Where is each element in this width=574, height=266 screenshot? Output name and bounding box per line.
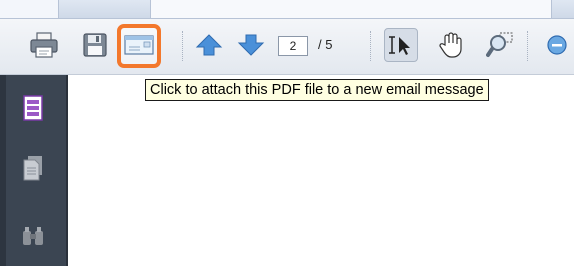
print-button[interactable] [27,28,61,62]
pages-button[interactable] [18,153,48,183]
email-tooltip: Click to attach this PDF file to a new e… [145,79,489,101]
floppy-disk-icon [83,33,107,57]
hand-tool[interactable] [434,28,468,62]
toolbar-separator [182,31,185,61]
save-button[interactable] [78,28,112,62]
hand-icon [439,32,462,58]
minus-circle-icon [547,35,567,55]
bookmarks-button[interactable] [18,93,48,123]
text-select-cursor-icon [389,36,410,55]
email-button[interactable] [122,28,156,62]
marquee-zoom-tool[interactable] [484,28,518,62]
bookmark-page-icon [23,95,43,121]
arrow-down-icon [237,34,265,56]
previous-page-button[interactable] [192,28,226,62]
next-page-button[interactable] [234,28,268,62]
top-tab-left[interactable] [0,0,59,18]
page-total-label: / 5 [318,37,333,52]
printer-icon [30,32,58,58]
toolbar-separator [370,31,373,61]
toolbar-separator [527,31,530,61]
arrow-up-icon [195,34,223,56]
navigation-panel [0,75,68,266]
navigation-panel-edge [0,75,6,266]
magnifier-icon [486,32,513,57]
top-tab-right[interactable] [150,0,552,18]
page-icon [23,156,42,181]
select-text-tool[interactable] [384,28,418,62]
zoom-out-button[interactable] [540,28,574,62]
toolbar: 2 / 5 [0,19,574,75]
window-top-strip [0,0,574,19]
find-button[interactable] [18,221,48,251]
envelope-icon [124,35,154,55]
binoculars-icon [23,227,43,245]
page-number-input[interactable]: 2 [278,36,308,56]
